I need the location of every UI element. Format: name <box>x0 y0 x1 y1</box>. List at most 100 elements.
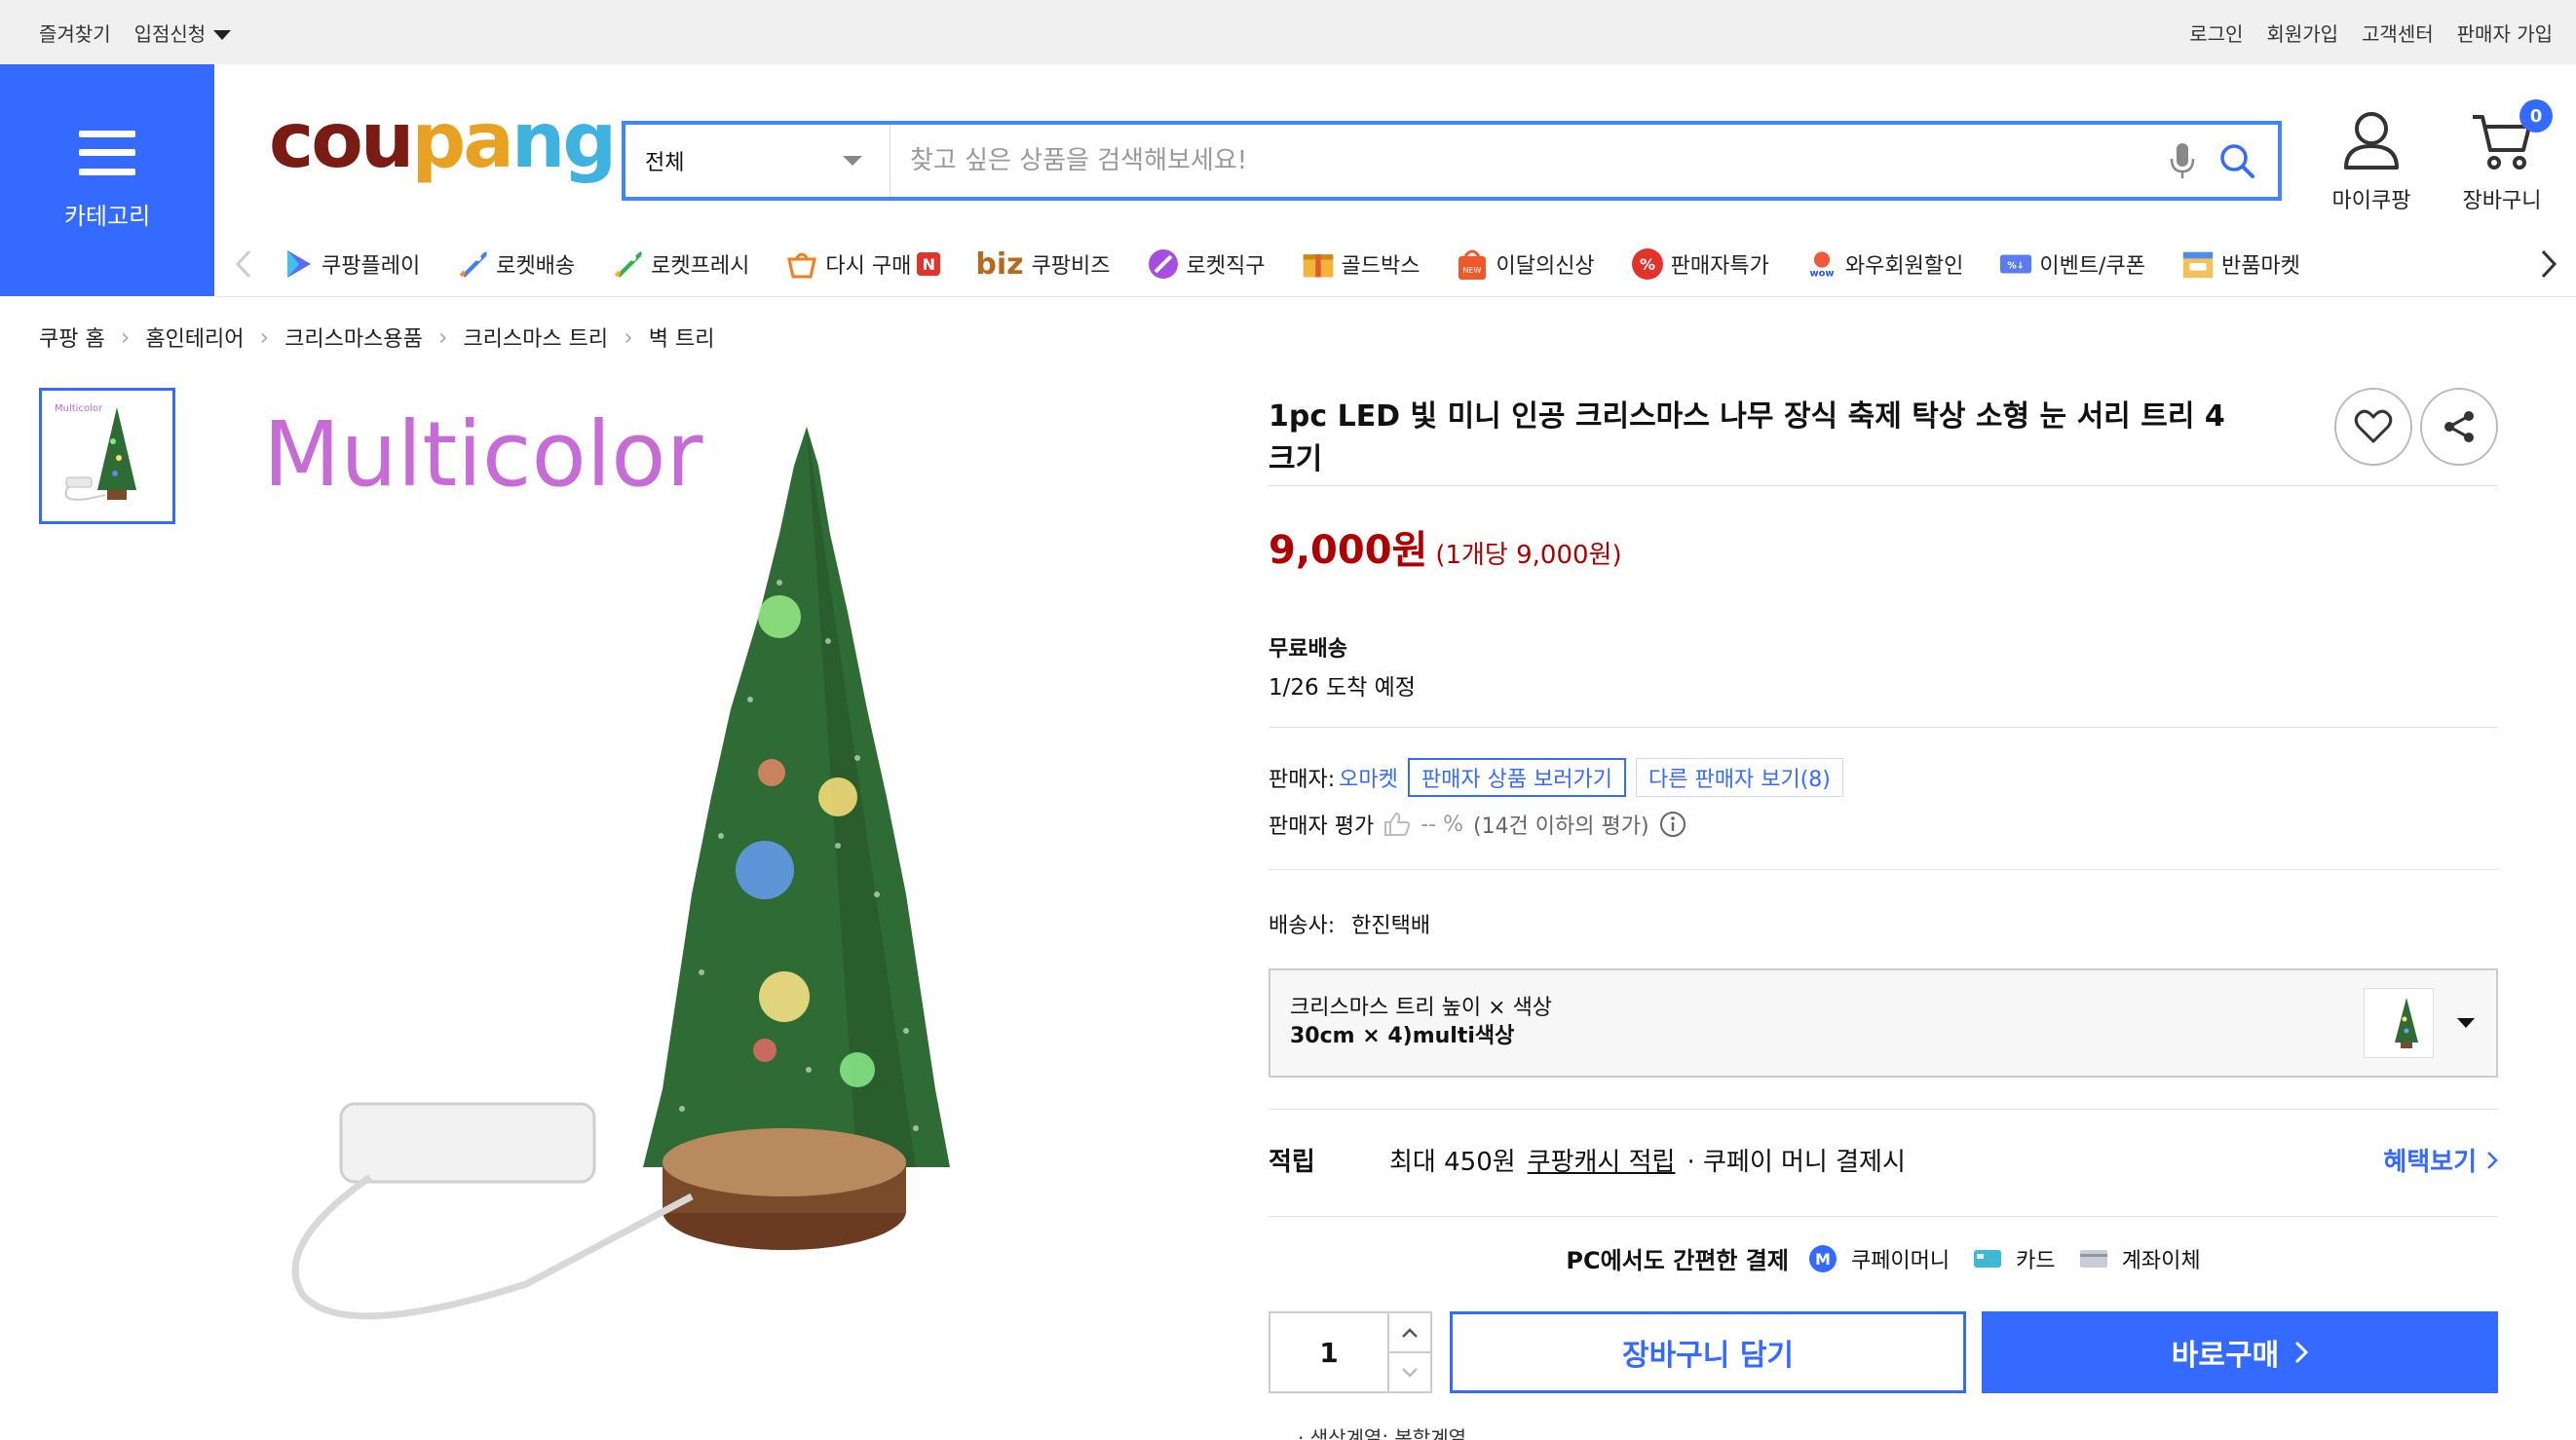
cart-button[interactable]: 장바구니 0 <box>2443 99 2560 226</box>
nav-item[interactable]: 골드박스 <box>1301 246 1420 282</box>
seller-apply-menu[interactable]: 입점신청 <box>134 19 232 47</box>
courier-name: 한진택배 <box>1351 914 1431 938</box>
search-icon[interactable] <box>2210 133 2264 188</box>
add-to-cart-button[interactable]: 장바구니 담기 <box>1450 1311 1966 1393</box>
logo-letter: o <box>311 97 363 185</box>
breadcrumb-separator-icon: › <box>120 323 131 351</box>
nav-item[interactable]: % 판매자특가 <box>1630 246 1769 282</box>
benefits-link[interactable]: 혜택보기 <box>2383 1142 2498 1178</box>
nav-item-label: 로켓직구 <box>1186 254 1266 279</box>
divider <box>1269 727 2498 728</box>
chevron-left-icon <box>235 249 251 279</box>
category-button[interactable]: 카테고리 <box>0 64 214 296</box>
card-icon <box>1973 1248 2002 1269</box>
quantity-stepper: 1 <box>1269 1311 1432 1393</box>
coupay-money-icon: M <box>1808 1244 1837 1273</box>
nav-item[interactable]: 로켓배송 <box>455 246 575 282</box>
nav-item-label: 로켓프레시 <box>651 254 750 279</box>
my-coupang-button[interactable]: 마이쿠팡 <box>2313 109 2430 226</box>
logo-letter: a <box>463 97 514 185</box>
nav-item[interactable]: 다시 구매 N <box>784 246 941 282</box>
breadcrumb-item[interactable]: 벽 트리 <box>649 322 715 353</box>
nav-next-arrow[interactable] <box>2521 232 2576 296</box>
logo-letter: u <box>360 97 415 185</box>
signup-link[interactable]: 회원가입 <box>2266 19 2338 47</box>
caret-down-icon <box>213 30 232 40</box>
breadcrumb-item[interactable]: 홈인테리어 <box>145 322 244 353</box>
nav-item-label: 이달의신상 <box>1496 254 1595 279</box>
payment-title: PC에서도 간편한 결제 <box>1566 1247 1789 1274</box>
breadcrumb: 쿠팡 홈 › 홈인테리어 › 크리스마스용품 › 크리스마스 트리 › 벽 트리 <box>39 322 714 353</box>
search-scope-select[interactable]: 전체 <box>625 125 890 197</box>
payment-methods-row: PC에서도 간편한 결제 M 쿠페이머니 카드 계좌이체 <box>1269 1241 2498 1275</box>
header-divider <box>216 296 2576 297</box>
thumbs-up-icon <box>1384 812 1411 836</box>
chevron-down-icon <box>1402 1367 1418 1378</box>
share-button[interactable] <box>2420 388 2498 466</box>
seller-rating-row: 판매자 평가 -- % (14건 이하의 평가) <box>1269 809 1686 840</box>
percent-icon: % <box>1630 246 1665 282</box>
search-input[interactable] <box>890 125 2155 197</box>
nav-item[interactable]: 쿠팡플레이 <box>281 246 420 282</box>
quantity-increase-button[interactable] <box>1389 1313 1430 1351</box>
reward-suffix: · 쿠페이 머니 결제시 <box>1686 1148 1906 1177</box>
nav-item[interactable]: NEW 이달의신상 <box>1455 246 1595 282</box>
login-link[interactable]: 로그인 <box>2189 19 2243 47</box>
caret-down-icon <box>2457 1018 2475 1028</box>
customer-center-link[interactable]: 고객센터 <box>2362 19 2434 47</box>
nav-item-label: 다시 구매 <box>825 254 912 279</box>
option-label: 크리스마스 트리 높이 × 색상 <box>1290 996 1553 1021</box>
breadcrumb-item[interactable]: 크리스마스 트리 <box>463 322 608 353</box>
hero-caption: Multicolor <box>263 402 703 507</box>
nav-item[interactable]: biz 쿠팡비즈 <box>975 247 1110 282</box>
product-main-image[interactable]: Multicolor <box>234 388 1111 1343</box>
thumb-caption: Multicolor <box>55 403 103 414</box>
seller-name-link[interactable]: 오마켓 <box>1339 762 1398 793</box>
nav-item[interactable]: 로켓직구 <box>1146 246 1266 282</box>
seller-row: 판매자: 오마켓 판매자 상품 보러가기 다른 판매자 보기(8) <box>1269 758 1843 797</box>
chevron-up-icon <box>1402 1327 1418 1338</box>
global-rocket-icon <box>1146 246 1181 282</box>
coupang-logo[interactable]: coupang <box>269 103 617 179</box>
divider <box>1269 1109 2498 1110</box>
option-select[interactable]: 크리스마스 트리 높이 × 색상 30cm × 4)multi색상 <box>1269 968 2498 1078</box>
option-value: 30cm × 4)multi색상 <box>1290 1024 1515 1048</box>
nav-item-label: 반품마켓 <box>2220 254 2300 279</box>
return-market-icon <box>2180 246 2216 282</box>
sale-price: 9,000원 <box>1269 528 1428 573</box>
nav-item-label: 쿠팡비즈 <box>1031 254 1111 279</box>
other-sellers-button[interactable]: 다른 판매자 보기(8) <box>1636 758 1843 797</box>
svg-text:%↓: %↓ <box>2008 261 2025 272</box>
wishlist-button[interactable] <box>2334 388 2412 466</box>
bank-transfer-icon <box>2079 1248 2108 1269</box>
breadcrumb-item[interactable]: 쿠팡 홈 <box>39 322 105 353</box>
new-badge: N <box>917 252 941 276</box>
quantity-value[interactable]: 1 <box>1270 1313 1387 1391</box>
chevron-right-icon <box>2295 1341 2309 1364</box>
coupang-cash-link[interactable]: 쿠팡캐시 적립 <box>1528 1142 1676 1178</box>
info-icon[interactable] <box>1659 811 1686 838</box>
nav-prev-arrow[interactable] <box>216 232 271 296</box>
nav-item[interactable]: 로켓프레시 <box>610 246 749 282</box>
breadcrumb-separator-icon: › <box>624 323 633 351</box>
mic-icon[interactable] <box>2155 133 2210 188</box>
seller-signup-link[interactable]: 판매자 가입 <box>2457 19 2553 47</box>
seller-products-button[interactable]: 판매자 상품 보러가기 <box>1407 758 1627 797</box>
favorites-link[interactable]: 즐겨찾기 <box>39 19 111 47</box>
heart-icon <box>2354 409 2393 443</box>
nav-item-label: 판매자특가 <box>1670 254 1769 279</box>
quantity-decrease-button[interactable] <box>1389 1351 1430 1391</box>
buy-now-button[interactable]: 바로구매 <box>1982 1311 2498 1393</box>
logo-letter: n <box>511 97 566 185</box>
product-thumbnail[interactable]: Multicolor <box>39 388 175 524</box>
buy-now-label: 바로구매 <box>2171 1339 2280 1373</box>
svg-text:NEW: NEW <box>1463 266 1482 275</box>
coupon-icon: %↓ <box>1998 246 2033 282</box>
benefits-label: 혜택보기 <box>2383 1148 2477 1177</box>
nav-item[interactable]: wow 와우회원할인 <box>1804 246 1963 282</box>
nav-item[interactable]: %↓ 이벤트/쿠폰 <box>1998 246 2145 282</box>
breadcrumb-item[interactable]: 크리스마스용품 <box>284 322 423 353</box>
divider <box>1269 485 2498 486</box>
nav-item[interactable]: 반품마켓 <box>2180 246 2300 282</box>
divider <box>1269 869 2498 870</box>
